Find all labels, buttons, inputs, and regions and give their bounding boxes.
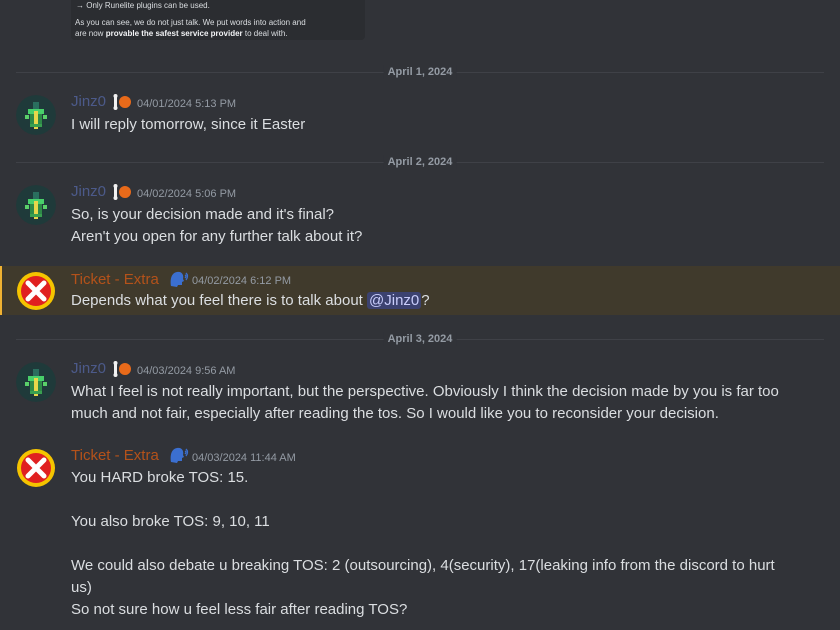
message-text: Depends what you feel there is to talk a… [71, 292, 430, 309]
user-mention[interactable]: @Jinz0 [367, 292, 422, 309]
message-timestamp: 04/03/2024 9:56 AM [137, 365, 236, 377]
date-label: April 1, 2024 [383, 65, 457, 79]
message-timestamp: 04/02/2024 5:06 PM [137, 188, 237, 200]
message-text: I will reply tomorrow, since it Easter [71, 116, 306, 133]
jinz-avatar[interactable] [16, 185, 56, 225]
ticket-avatar[interactable] [16, 448, 56, 488]
message-text: What I feel is not really important, but… [71, 383, 784, 422]
message: Jinz0 04/01/2024 5:13 PM I will reply to… [0, 88, 840, 138]
message-text: So, is your decision made and it's final… [71, 206, 363, 245]
bone-badge-icon [112, 360, 131, 378]
embed-line: → Only Runelite plugins can be used. [76, 1, 210, 10]
bot-embed: → Only Runelite plugins can be used. As … [71, 0, 365, 40]
message-highlighted: Ticket - Extra 04/02/2024 6:12 PM Depend… [0, 266, 840, 315]
message-timestamp: 04/03/2024 11:44 AM [192, 452, 296, 464]
jinz-avatar[interactable] [16, 95, 56, 135]
date-divider: April 3, 2024 [16, 332, 824, 346]
message: Jinz0 04/02/2024 5:06 PM So, is your dec… [0, 178, 840, 252]
embed-line: are now provable the safest service prov… [75, 29, 288, 38]
date-label: April 3, 2024 [383, 332, 457, 346]
speaking-head-icon [168, 270, 189, 288]
date-label: April 2, 2024 [383, 155, 457, 169]
ticket-avatar[interactable] [16, 271, 56, 311]
date-divider: April 1, 2024 [16, 65, 824, 79]
bone-badge-icon [112, 93, 131, 111]
bone-badge-icon [112, 183, 131, 201]
message-timestamp: 04/02/2024 6:12 PM [192, 275, 292, 287]
author-name[interactable]: Jinz0 [71, 182, 106, 202]
message: Ticket - Extra 04/03/2024 11:44 AM You H… [0, 442, 840, 630]
message: Jinz0 04/03/2024 9:56 AM What I feel is … [0, 355, 840, 435]
author-name[interactable]: Ticket - Extra [71, 270, 159, 290]
jinz-avatar[interactable] [16, 362, 56, 402]
message-timestamp: 04/01/2024 5:13 PM [137, 98, 237, 110]
speaking-head-icon [168, 446, 189, 464]
author-name[interactable]: Jinz0 [71, 92, 106, 112]
message-text: You HARD broke TOS: 15. You also broke T… [71, 469, 775, 618]
author-name[interactable]: Ticket - Extra [71, 446, 159, 466]
embed-line: As you can see, we do not just talk. We … [75, 18, 306, 27]
date-divider: April 2, 2024 [16, 155, 824, 169]
author-name[interactable]: Jinz0 [71, 359, 106, 379]
